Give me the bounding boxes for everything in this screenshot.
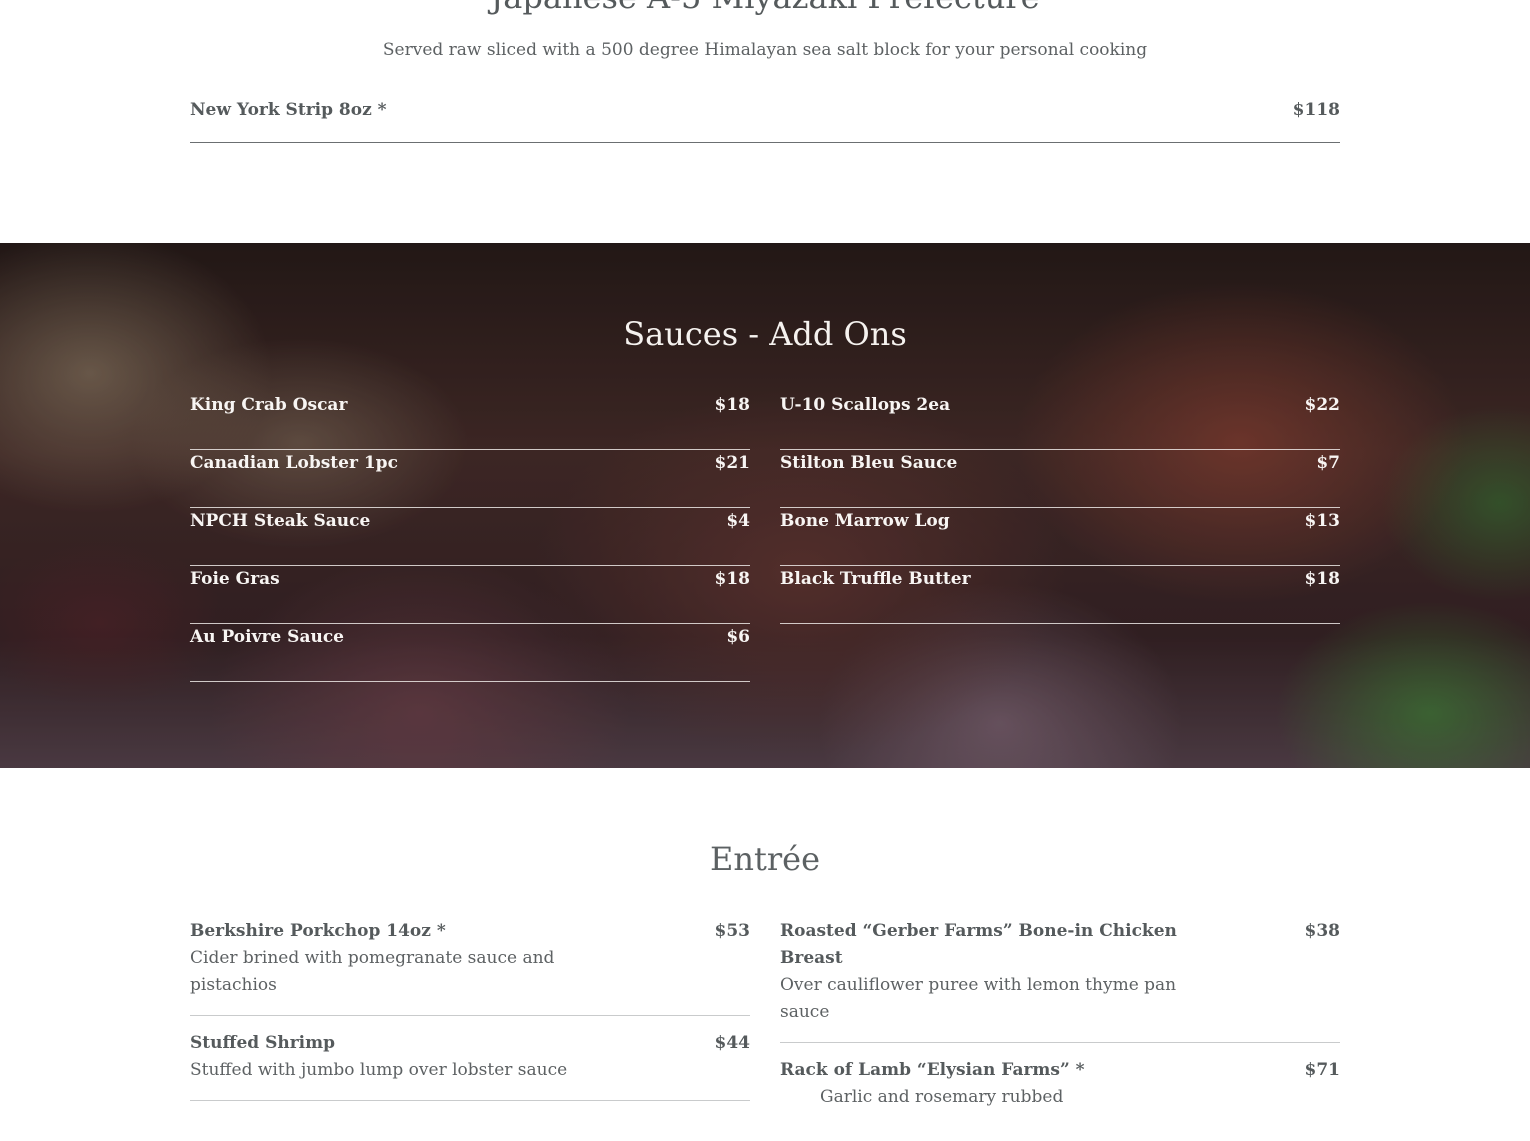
item-price: $71 — [1304, 1060, 1341, 1080]
entree-right-column: Roasted “Gerber Farms” Bone-in Chicken B… — [780, 918, 1340, 1141]
item-name: Roasted “Gerber Farms” Bone-in Chicken B… — [780, 921, 1177, 968]
item-name: New York Strip 8oz * — [190, 100, 387, 120]
menu-item: Stilton Bleu Sauce $7 — [780, 451, 1340, 508]
item-price: $18 — [714, 395, 751, 415]
item-price: $4 — [726, 511, 750, 531]
item-name: Canadian Lobster 1pc — [190, 453, 398, 473]
item-name: Stuffed Shrimp — [190, 1033, 335, 1053]
item-name: U-10 Scallops 2ea — [780, 395, 951, 415]
item-name: Foie Gras — [190, 569, 280, 589]
sauces-right-column: U-10 Scallops 2ea $22 Stilton Bleu Sauce… — [780, 393, 1340, 625]
menu-item: Bone Marrow Log $13 — [780, 509, 1340, 566]
item-price: $13 — [1304, 511, 1341, 531]
item-price: $118 — [1292, 100, 1340, 120]
item-price: $18 — [714, 569, 751, 589]
item-name: NPCH Steak Sauce — [190, 511, 371, 531]
item-price: $21 — [714, 453, 751, 473]
menu-item: New York Strip 8oz * $118 — [190, 100, 1340, 120]
sauces-section: Sauces - Add Ons King Crab Oscar $18 Can… — [0, 243, 1530, 768]
section-description: Served raw sliced with a 500 degree Hima… — [382, 40, 1148, 60]
item-price: $53 — [714, 921, 751, 941]
item-price: $38 — [1304, 921, 1341, 941]
item-price: $18 — [1304, 569, 1341, 589]
item-price: $22 — [1304, 395, 1341, 415]
item-price: $44 — [714, 1033, 751, 1053]
sauces-left-column: King Crab Oscar $18 Canadian Lobster 1pc… — [190, 393, 750, 683]
item-name: Stilton Bleu Sauce — [780, 453, 958, 473]
menu-item: Au Poivre Sauce $6 — [190, 625, 750, 682]
menu-item: Foie Gras $18 — [190, 567, 750, 624]
item-name: Rack of Lamb “Elysian Farms” * — [780, 1060, 1085, 1080]
menu-item: King Crab Oscar $18 — [190, 393, 750, 450]
menu-item: Rack of Lamb “Elysian Farms” * $71 Garli… — [780, 1057, 1340, 1127]
menu-item: U-10 Scallops 2ea $22 — [780, 393, 1340, 450]
divider — [190, 142, 1340, 143]
section-title-entree: Entrée — [710, 840, 820, 878]
item-description: Over cauliflower puree with lemon thyme … — [780, 975, 1177, 1022]
section-title-miyazaki: Japanese A-5 Miyazaki Prefecture — [0, 0, 1530, 16]
item-name: Au Poivre Sauce — [190, 627, 344, 647]
item-description: Stuffed with jumbo lump over lobster sau… — [190, 1060, 568, 1080]
menu-item: Black Truffle Butter $18 — [780, 567, 1340, 624]
item-name: Berkshire Porkchop 14oz * — [190, 921, 446, 941]
item-description: Cider brined with pomegranate sauce and … — [190, 948, 555, 995]
item-price: $7 — [1316, 453, 1340, 473]
item-price: $6 — [726, 627, 750, 647]
item-description: Garlic and rosemary rubbed — [820, 1087, 1064, 1107]
item-name: Black Truffle Butter — [780, 569, 971, 589]
section-title-sauces: Sauces - Add Ons — [623, 315, 907, 353]
menu-item: Roasted “Gerber Farms” Bone-in Chicken B… — [780, 918, 1340, 1043]
entree-left-column: Berkshire Porkchop 14oz * $53 Cider brin… — [190, 918, 750, 1115]
item-name: King Crab Oscar — [190, 395, 348, 415]
item-name: Bone Marrow Log — [780, 511, 950, 531]
menu-item: Stuffed Shrimp $44 Stuffed with jumbo lu… — [190, 1030, 750, 1101]
menu-item: Canadian Lobster 1pc $21 — [190, 451, 750, 508]
menu-item: Berkshire Porkchop 14oz * $53 Cider brin… — [190, 918, 750, 1016]
menu-item: NPCH Steak Sauce $4 — [190, 509, 750, 566]
